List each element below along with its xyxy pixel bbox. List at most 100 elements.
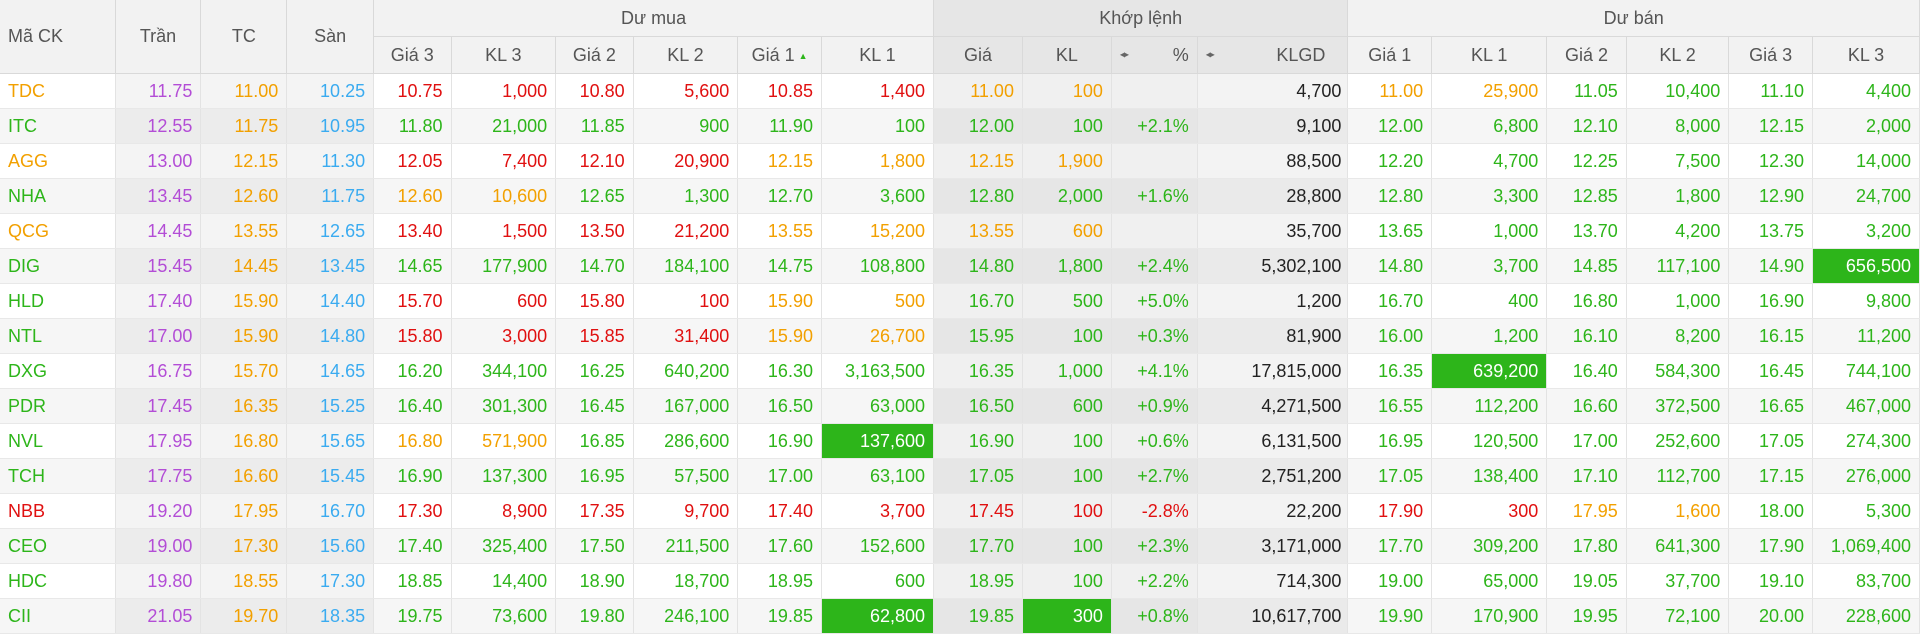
symbol-cell[interactable]: DIG (0, 248, 116, 284)
bid-price-2-cell[interactable]: 15.85 (555, 318, 634, 354)
bid-price-2-cell[interactable]: 16.45 (555, 388, 634, 424)
symbol-cell[interactable]: DXG (0, 353, 116, 389)
bid-price-3-cell[interactable]: 17.30 (373, 493, 452, 529)
bid-price-2-cell[interactable]: 16.95 (555, 458, 634, 494)
symbol-cell[interactable]: ITC (0, 108, 116, 144)
ask-price-1-cell[interactable]: 16.95 (1347, 423, 1433, 459)
bid-price-2-cell[interactable]: 15.80 (555, 283, 634, 319)
header-bid-price-1[interactable]: Giá 1 ▲ (737, 36, 822, 74)
table-row[interactable]: PDR 17.45 16.35 15.25 16.40 301,300 16.45 167,0… (0, 388, 1920, 424)
ask-price-1-cell[interactable]: 12.00 (1347, 108, 1433, 144)
symbol-cell[interactable]: HLD (0, 283, 116, 319)
ask-price-1-cell[interactable]: 17.90 (1347, 493, 1433, 529)
table-row[interactable]: NTL 17.00 15.90 14.80 15.80 3,000 15.85 31,400 1… (0, 318, 1920, 354)
ask-price-3-cell[interactable]: 17.15 (1728, 458, 1814, 494)
ask-price-2-cell[interactable]: 17.10 (1546, 458, 1627, 494)
symbol-cell[interactable]: HDC (0, 563, 116, 599)
table-row[interactable]: NHA 13.45 12.60 11.75 12.60 10,600 12.65 1,300 1… (0, 178, 1920, 214)
ask-price-3-cell[interactable]: 17.90 (1728, 528, 1814, 564)
symbol-cell[interactable]: AGG (0, 143, 116, 179)
bid-price-3-cell[interactable]: 10.75 (373, 73, 452, 109)
ask-price-2-cell[interactable]: 14.85 (1546, 248, 1627, 284)
bid-price-1-cell[interactable]: 11.90 (737, 108, 822, 144)
sort-asc-icon[interactable]: ▲ (799, 51, 808, 61)
header-bid-volume-1[interactable]: KL 1 (821, 36, 935, 74)
bid-price-1-cell[interactable]: 14.75 (737, 248, 822, 284)
ask-price-3-cell[interactable]: 12.90 (1728, 178, 1814, 214)
bid-price-2-cell[interactable]: 13.50 (555, 213, 634, 249)
bid-price-3-cell[interactable]: 12.05 (373, 143, 452, 179)
table-row[interactable]: NVL 17.95 16.80 15.65 16.80 571,900 16.85 286,6… (0, 423, 1920, 459)
ask-price-2-cell[interactable]: 17.95 (1546, 493, 1627, 529)
table-row[interactable]: TDC 11.75 11.00 10.25 10.75 1,000 10.80 5,600 10… (0, 73, 1920, 109)
bid-price-2-cell[interactable]: 10.80 (555, 73, 634, 109)
ask-price-3-cell[interactable]: 11.10 (1728, 73, 1814, 109)
bid-price-1-cell[interactable]: 16.90 (737, 423, 822, 459)
bid-price-3-cell[interactable]: 15.70 (373, 283, 452, 319)
table-row[interactable]: HLD 17.40 15.90 14.40 15.70 600 15.80 100 15.90 5… (0, 283, 1920, 319)
ask-price-1-cell[interactable]: 16.70 (1347, 283, 1433, 319)
ask-price-3-cell[interactable]: 14.90 (1728, 248, 1814, 284)
bid-price-2-cell[interactable]: 18.90 (555, 563, 634, 599)
ask-price-3-cell[interactable]: 19.10 (1728, 563, 1814, 599)
ask-price-2-cell[interactable]: 16.40 (1546, 353, 1627, 389)
table-row[interactable]: AGG 13.00 12.15 11.30 12.05 7,400 12.10 20,900 1… (0, 143, 1920, 179)
bid-price-2-cell[interactable]: 14.70 (555, 248, 634, 284)
symbol-cell[interactable]: PDR (0, 388, 116, 424)
bid-price-3-cell[interactable]: 18.85 (373, 563, 452, 599)
ask-price-3-cell[interactable]: 18.00 (1728, 493, 1814, 529)
header-match-volume[interactable]: KL (1022, 36, 1112, 74)
ask-price-2-cell[interactable]: 12.85 (1546, 178, 1627, 214)
header-symbol[interactable]: Mã CK (0, 0, 116, 74)
ask-price-2-cell[interactable]: 17.80 (1546, 528, 1627, 564)
bid-price-2-cell[interactable]: 16.25 (555, 353, 634, 389)
ask-price-2-cell[interactable]: 12.25 (1546, 143, 1627, 179)
bid-price-1-cell[interactable]: 16.50 (737, 388, 822, 424)
ask-price-2-cell[interactable]: 17.00 (1546, 423, 1627, 459)
bid-price-1-cell[interactable]: 13.55 (737, 213, 822, 249)
header-bid-price-3[interactable]: Giá 3 (373, 36, 452, 74)
table-row[interactable]: NBB 19.20 17.95 16.70 17.30 8,900 17.35 9,700 17… (0, 493, 1920, 529)
header-match-percent[interactable]: ◂▸% (1111, 36, 1198, 74)
bid-price-2-cell[interactable]: 17.50 (555, 528, 634, 564)
bid-price-2-cell[interactable]: 19.80 (555, 598, 634, 634)
ask-price-2-cell[interactable]: 19.05 (1546, 563, 1627, 599)
ask-price-3-cell[interactable]: 16.65 (1728, 388, 1814, 424)
ask-price-2-cell[interactable]: 11.05 (1546, 73, 1627, 109)
symbol-cell[interactable]: NBB (0, 493, 116, 529)
bid-price-3-cell[interactable]: 16.40 (373, 388, 452, 424)
ask-price-3-cell[interactable]: 16.90 (1728, 283, 1814, 319)
header-bid-volume-3[interactable]: KL 3 (451, 36, 557, 74)
ask-price-2-cell[interactable]: 13.70 (1546, 213, 1627, 249)
table-row[interactable]: CEO 19.00 17.30 15.60 17.40 325,400 17.50 211,5… (0, 528, 1920, 564)
bid-price-1-cell[interactable]: 16.30 (737, 353, 822, 389)
bid-price-3-cell[interactable]: 13.40 (373, 213, 452, 249)
header-reference[interactable]: TC (200, 0, 288, 74)
bid-price-1-cell[interactable]: 19.85 (737, 598, 822, 634)
bid-price-2-cell[interactable]: 11.85 (555, 108, 634, 144)
symbol-cell[interactable]: NVL (0, 423, 116, 459)
ask-price-1-cell[interactable]: 16.00 (1347, 318, 1433, 354)
bid-price-3-cell[interactable]: 11.80 (373, 108, 452, 144)
ask-price-1-cell[interactable]: 17.70 (1347, 528, 1433, 564)
header-floor[interactable]: Sàn (286, 0, 375, 74)
swap-columns-icon[interactable]: ◂▸ (1206, 50, 1215, 61)
bid-price-1-cell[interactable]: 17.40 (737, 493, 822, 529)
bid-price-2-cell[interactable]: 12.10 (555, 143, 634, 179)
ask-price-1-cell[interactable]: 13.65 (1347, 213, 1433, 249)
ask-price-1-cell[interactable]: 16.35 (1347, 353, 1433, 389)
header-ask-price-1[interactable]: Giá 1 (1347, 36, 1433, 74)
bid-price-3-cell[interactable]: 17.40 (373, 528, 452, 564)
header-ask-price-2[interactable]: Giá 2 (1546, 36, 1627, 74)
ask-price-1-cell[interactable]: 19.90 (1347, 598, 1433, 634)
ask-price-2-cell[interactable]: 19.95 (1546, 598, 1627, 634)
bid-price-3-cell[interactable]: 19.75 (373, 598, 452, 634)
bid-price-3-cell[interactable]: 15.80 (373, 318, 452, 354)
symbol-cell[interactable]: NTL (0, 318, 116, 354)
bid-price-3-cell[interactable]: 14.65 (373, 248, 452, 284)
bid-price-3-cell[interactable]: 12.60 (373, 178, 452, 214)
header-ask-price-3[interactable]: Giá 3 (1728, 36, 1814, 74)
header-total-volume[interactable]: ◂▸ KLGD (1197, 36, 1349, 74)
symbol-cell[interactable]: NHA (0, 178, 116, 214)
symbol-cell[interactable]: CEO (0, 528, 116, 564)
